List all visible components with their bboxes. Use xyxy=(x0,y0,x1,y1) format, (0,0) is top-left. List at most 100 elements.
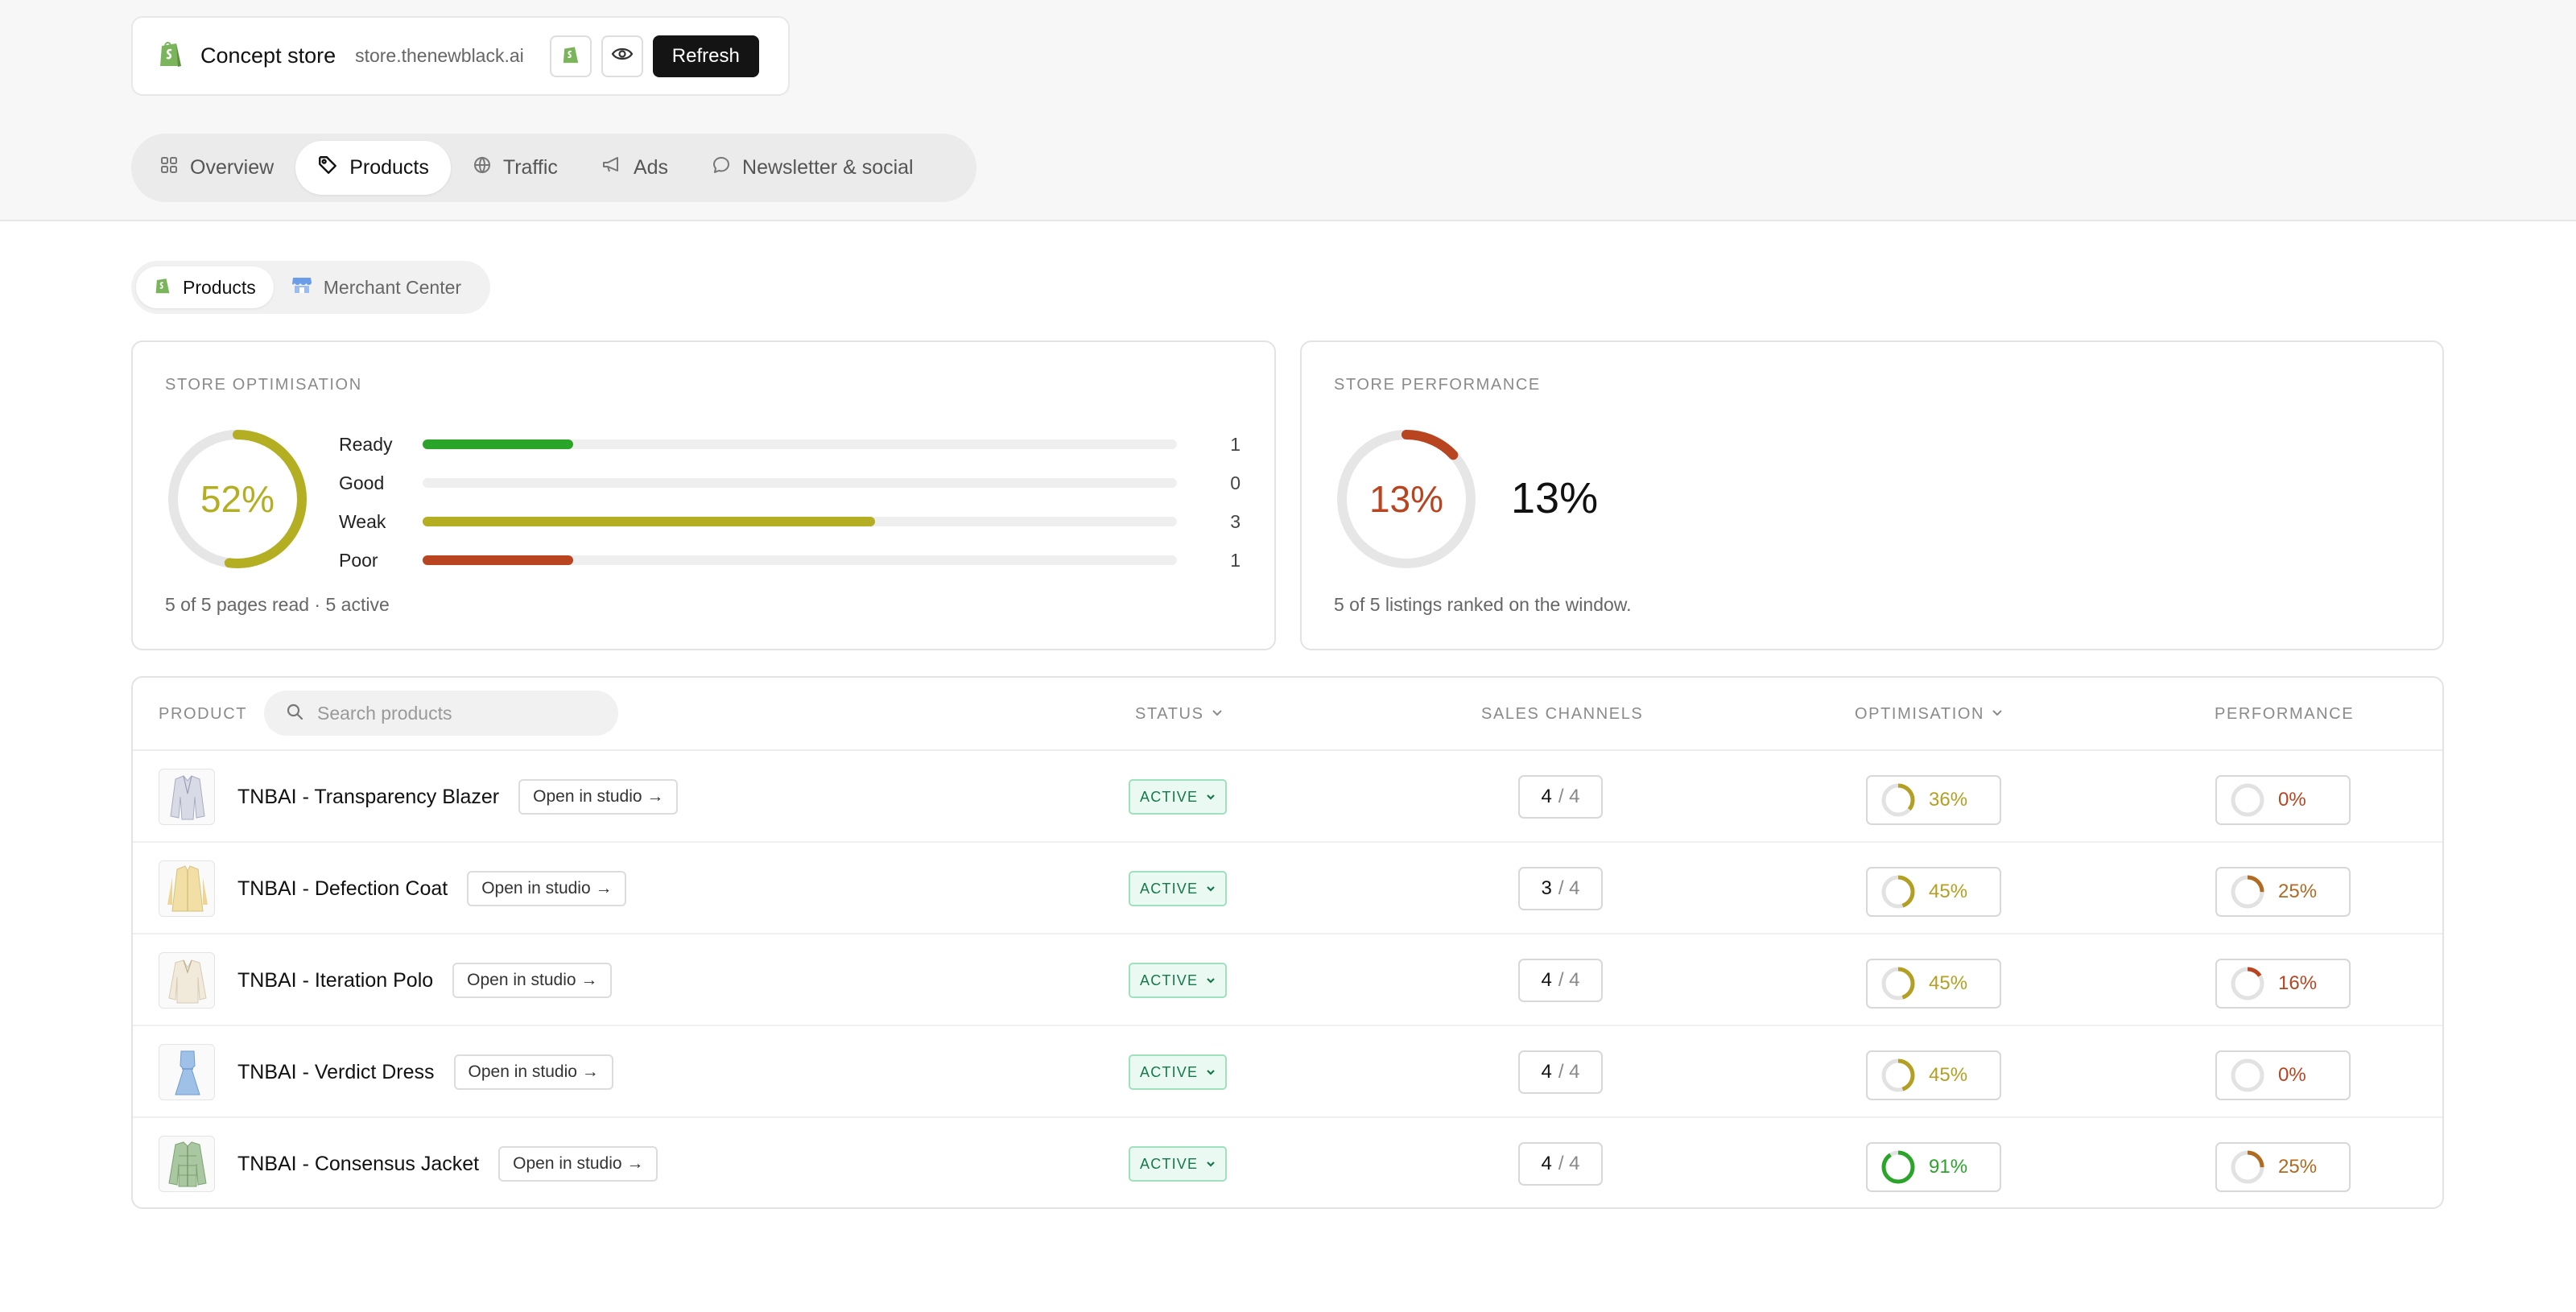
search-icon xyxy=(285,702,304,725)
tab-newsletter-social[interactable]: Newsletter & social xyxy=(690,141,935,195)
bar-count: 0 xyxy=(1230,472,1241,493)
performance-score-badge[interactable]: 25% xyxy=(2215,1142,2351,1192)
store-card: Concept store store.thenewblack.ai Refre… xyxy=(131,16,790,96)
shopify-icon xyxy=(157,39,184,73)
performance-ring xyxy=(2231,1150,2264,1184)
optimisation-ring xyxy=(1881,875,1915,909)
status-dropdown[interactable]: ACTIVE xyxy=(1129,779,1228,815)
status-label: ACTIVE xyxy=(1140,972,1199,988)
channels-active: 4 xyxy=(1541,1153,1552,1174)
product-name-cell: TNBAI - Iteration Polo Open in studio → xyxy=(237,934,613,1026)
tag-icon xyxy=(317,155,338,181)
open-in-studio-button[interactable]: Open in studio → xyxy=(467,871,627,906)
optimisation-ring xyxy=(1881,1058,1915,1092)
header-label: OPTIMISATION xyxy=(1855,705,1985,723)
product-thumbnail xyxy=(159,1136,215,1192)
product-name[interactable]: TNBAI - Defection Coat xyxy=(237,877,448,901)
bar-label: Good xyxy=(339,472,385,493)
grid-icon xyxy=(159,155,179,180)
table-row[interactable]: TNBAI - Defection Coat Open in studio → … xyxy=(133,843,2442,934)
bar-label: Poor xyxy=(339,549,378,571)
store-domain[interactable]: store.thenewblack.ai xyxy=(355,45,524,67)
optimisation-ring xyxy=(1881,783,1915,817)
status-label: ACTIVE xyxy=(1140,1063,1199,1080)
optimisation-score-badge[interactable]: 91% xyxy=(1866,1142,2001,1192)
status-dropdown[interactable]: ACTIVE xyxy=(1129,1054,1228,1090)
optimisation-score: 52% xyxy=(200,478,275,520)
tab-traffic[interactable]: Traffic xyxy=(451,141,580,195)
status-dropdown[interactable]: ACTIVE xyxy=(1129,1146,1228,1182)
bar-track xyxy=(423,478,1177,488)
subtab-products[interactable]: Products xyxy=(136,266,274,308)
optimisation-value: 45% xyxy=(1929,881,1968,902)
store-optimisation-panel: STORE OPTIMISATION 52% Ready 1 Good 0 We… xyxy=(131,340,1276,650)
subtab-label: Products xyxy=(183,276,256,298)
open-in-studio-button[interactable]: Open in studio → xyxy=(453,1054,613,1090)
chat-bubble-icon xyxy=(712,155,731,180)
tab-products[interactable]: Products xyxy=(295,141,451,195)
product-thumbnail xyxy=(159,1044,215,1100)
status-label: ACTIVE xyxy=(1140,1155,1199,1172)
bar-track xyxy=(423,517,1177,526)
status-dropdown[interactable]: ACTIVE xyxy=(1129,871,1228,906)
header-product: PRODUCT xyxy=(159,705,248,723)
header-status[interactable]: STATUS xyxy=(1135,678,1224,751)
globe-icon xyxy=(473,155,492,180)
optimisation-score-badge[interactable]: 45% xyxy=(1866,959,2001,1009)
table-row[interactable]: TNBAI - Transparency Blazer Open in stud… xyxy=(133,751,2442,843)
product-name[interactable]: TNBAI - Iteration Polo xyxy=(237,969,433,992)
table-row[interactable]: TNBAI - Consensus Jacket Open in studio … xyxy=(133,1118,2442,1207)
tab-label: Overview xyxy=(190,156,275,179)
product-name[interactable]: TNBAI - Transparency Blazer xyxy=(237,786,499,809)
optimisation-score-badge[interactable]: 45% xyxy=(1866,1050,2001,1100)
product-name[interactable]: TNBAI - Consensus Jacket xyxy=(237,1153,479,1176)
search-input[interactable] xyxy=(317,702,607,724)
sales-channels-count: 4 / 4 xyxy=(1518,1142,1603,1186)
product-name[interactable]: TNBAI - Verdict Dress xyxy=(237,1061,435,1084)
header-sales-channels: SALES CHANNELS xyxy=(1481,705,1644,723)
storefront-icon xyxy=(291,276,312,299)
bar-fill-poor xyxy=(423,555,574,565)
channels-active: 4 xyxy=(1541,786,1552,807)
performance-ring xyxy=(2231,783,2264,817)
chevron-down-icon xyxy=(1206,972,1216,989)
tab-ads[interactable]: Ads xyxy=(580,141,690,195)
product-search[interactable] xyxy=(264,691,618,736)
performance-score-badge[interactable]: 25% xyxy=(2215,867,2351,917)
performance-ring xyxy=(2231,967,2264,1001)
shopify-icon xyxy=(154,275,171,300)
subtab-merchant-center[interactable]: Merchant Center xyxy=(274,266,479,308)
performance-value: 25% xyxy=(2278,1156,2318,1178)
performance-score-badge[interactable]: 0% xyxy=(2215,775,2351,825)
status-dropdown[interactable]: ACTIVE xyxy=(1129,963,1228,998)
performance-score-badge[interactable]: 0% xyxy=(2215,1050,2351,1100)
chevron-down-icon xyxy=(1206,1156,1216,1173)
tab-overview[interactable]: Overview xyxy=(138,141,295,195)
bar-label: Ready xyxy=(339,433,393,455)
header-performance: PERFORMANCE xyxy=(2215,705,2355,723)
preview-store-button[interactable] xyxy=(601,35,643,77)
main-nav: Overview Products Traffic Ads Newsletter… xyxy=(131,134,976,202)
open-in-studio-button[interactable]: Open in studio → xyxy=(452,963,613,998)
panel-title: STORE OPTIMISATION xyxy=(165,376,362,394)
optimisation-ring-arc xyxy=(1881,1150,1915,1184)
optimisation-score-badge[interactable]: 45% xyxy=(1866,867,2001,917)
table-row[interactable]: TNBAI - Iteration Polo Open in studio → … xyxy=(133,934,2442,1026)
open-in-studio-button[interactable]: Open in studio → xyxy=(518,779,679,815)
shopify-admin-button[interactable] xyxy=(549,35,592,77)
performance-value: 0% xyxy=(2278,789,2306,811)
channels-active: 3 xyxy=(1541,877,1552,899)
refresh-button[interactable]: Refresh xyxy=(652,35,759,77)
performance-score-badge[interactable]: 16% xyxy=(2215,959,2351,1009)
channels-total: / 4 xyxy=(1558,1061,1580,1083)
optimisation-score-badge[interactable]: 36% xyxy=(1866,775,2001,825)
shopify-icon xyxy=(561,43,580,69)
open-in-studio-button[interactable]: Open in studio → xyxy=(498,1146,658,1182)
table-row[interactable]: TNBAI - Verdict Dress Open in studio → A… xyxy=(133,1026,2442,1118)
bar-label: Weak xyxy=(339,510,386,532)
header-optimisation[interactable]: OPTIMISATION xyxy=(1855,678,2004,751)
channels-active: 4 xyxy=(1541,969,1552,991)
performance-ring xyxy=(2231,875,2264,909)
product-name-cell: TNBAI - Consensus Jacket Open in studio … xyxy=(237,1118,658,1207)
eye-icon xyxy=(611,46,634,66)
